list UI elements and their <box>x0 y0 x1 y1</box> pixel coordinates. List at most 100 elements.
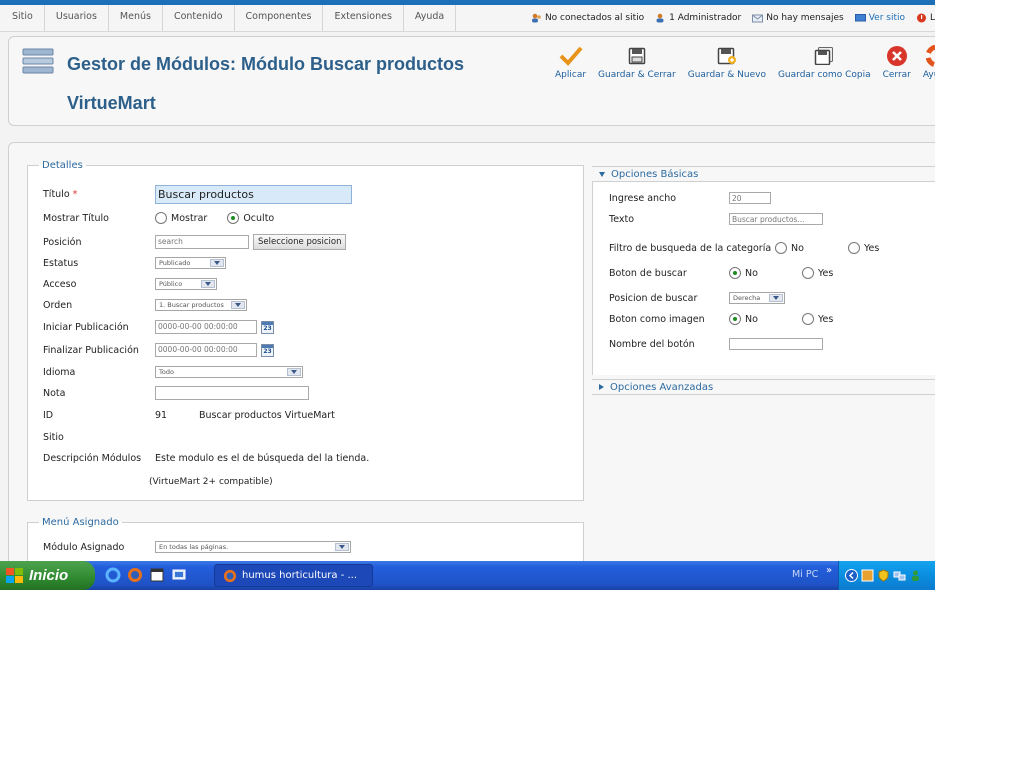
language-select[interactable]: Todo <box>155 366 303 378</box>
menu-assignment-select[interactable]: En todas las páginas. <box>155 541 351 553</box>
button-name-input[interactable] <box>729 338 823 350</box>
menu-assignment-label: Módulo Asignado <box>43 541 125 553</box>
note-label: Nota <box>43 387 66 399</box>
triangle-down-icon <box>599 171 605 177</box>
access-select[interactable]: Público <box>155 278 217 290</box>
search-button-radio-no[interactable] <box>729 267 741 279</box>
id-value: 91 <box>155 409 168 421</box>
menu-item-contenido[interactable]: Contenido <box>163 5 235 31</box>
search-position-select[interactable]: Derecha <box>729 292 785 304</box>
yes-label: Yes <box>818 313 834 325</box>
monitor-icon <box>854 14 866 22</box>
show-option-label: Mostrar <box>171 212 208 224</box>
basic-options-panel: Ingrese ancho 20 Texto Buscar productos.… <box>592 182 935 375</box>
status-bar: No conectados al sitio 1 Administrador N… <box>531 5 935 31</box>
start-button[interactable]: Inicio <box>0 561 95 590</box>
show-title-radio-show[interactable] <box>155 212 167 224</box>
image-button-radio-no[interactable] <box>729 313 741 325</box>
order-row: Orden 1. Buscar productos <box>43 296 573 314</box>
calendar-app-icon[interactable] <box>149 567 165 583</box>
menu-item-sitio[interactable]: Sitio <box>0 5 45 31</box>
description-extra-row: (VirtueMart 2+ compatible) <box>149 473 679 491</box>
save-new-button-label: Guardar & Nuevo <box>687 70 766 80</box>
note-input[interactable] <box>155 386 309 400</box>
position-input[interactable]: search <box>155 235 249 249</box>
publish-up-row: Iniciar Publicación 0000-00-00 00:00:00 … <box>43 318 573 336</box>
save-icon <box>628 47 646 65</box>
text-row: Texto Buscar productos... <box>609 211 823 227</box>
menu-item-menus[interactable]: Menús <box>109 5 163 31</box>
lifebuoy-icon <box>925 45 935 67</box>
close-button-label: Cerrar <box>882 70 911 80</box>
category-filter-label: Filtro de busqueda de la categoría <box>609 242 772 254</box>
save-copy-button[interactable]: Guardar como Copia <box>772 44 877 80</box>
image-button-radio-yes[interactable] <box>802 313 814 325</box>
save-close-button[interactable]: Guardar & Cerrar <box>592 44 682 80</box>
title-input[interactable]: Buscar productos <box>155 184 352 204</box>
show-desktop-icon[interactable] <box>171 567 187 583</box>
security-shield-icon[interactable] <box>877 569 890 582</box>
calendar-icon[interactable]: 23 <box>261 320 274 334</box>
yes-label: Yes <box>818 267 834 279</box>
menu-item-extensiones[interactable]: Extensiones <box>323 5 404 31</box>
help-button[interactable]: Ayuda <box>917 44 935 80</box>
category-filter-row: Filtro de busqueda de la categoría No Ye… <box>609 240 879 256</box>
internet-explorer-icon[interactable] <box>105 567 121 583</box>
close-button[interactable]: Cerrar <box>877 44 917 80</box>
close-icon <box>886 46 907 66</box>
advanced-options-toggle[interactable]: Opciones Avanzadas <box>592 379 935 395</box>
search-button-radio-yes[interactable] <box>802 267 814 279</box>
category-filter-radio-no[interactable] <box>775 242 787 254</box>
status-select[interactable]: Publicado <box>155 257 226 269</box>
help-button-label: Ayuda <box>922 70 935 80</box>
no-label: No <box>745 313 758 325</box>
chevron-down-icon <box>231 301 245 309</box>
chevron-down-icon <box>769 294 783 302</box>
taskbar-firefox-window[interactable]: humus horticultura - ... <box>214 564 373 587</box>
status-messages: No hay mensajes <box>752 13 844 23</box>
search-button-row: Boton de buscar No Yes <box>609 265 833 281</box>
triangle-right-icon <box>599 384 604 390</box>
menu-item-componentes[interactable]: Componentes <box>235 5 324 31</box>
firefox-icon[interactable] <box>127 567 143 583</box>
show-title-row: Mostrar Título Mostrar Oculto <box>43 209 573 227</box>
apply-button-label: Aplicar <box>555 70 587 80</box>
search-button-label: Boton de buscar <box>609 267 687 279</box>
title-row: Título * Buscar productos <box>43 184 573 204</box>
description-label: Descripción Módulos <box>43 452 142 464</box>
show-title-radio-hide[interactable] <box>227 212 240 224</box>
my-computer-label: Mi PC <box>792 569 819 580</box>
publish-down-input[interactable]: 0000-00-00 00:00:00 <box>155 343 257 357</box>
calendar-icon[interactable]: 23 <box>261 343 274 357</box>
status-row: Estatus Publicado <box>43 254 573 272</box>
view-site-link[interactable]: Ver sitio <box>854 13 905 23</box>
publish-down-label: Finalizar Publicación <box>43 344 139 356</box>
apply-button[interactable]: Aplicar <box>549 44 592 80</box>
menu-item-usuarios[interactable]: Usuarios <box>45 5 109 31</box>
title-label: Título * <box>43 188 78 200</box>
back-arrow-icon[interactable] <box>845 569 858 582</box>
tray-app-icon[interactable] <box>861 569 874 582</box>
note-row: Nota <box>43 384 573 402</box>
user-tray-icon[interactable] <box>909 569 922 582</box>
status-admins: 1 Administrador <box>655 13 741 23</box>
select-position-button[interactable]: Seleccione posicion <box>253 234 347 250</box>
width-input[interactable]: 20 <box>729 192 771 204</box>
category-filter-radio-yes[interactable] <box>848 242 860 254</box>
users-icon <box>531 13 541 23</box>
menu-item-ayuda[interactable]: Ayuda <box>404 5 457 31</box>
network-icon[interactable] <box>893 569 906 582</box>
text-input[interactable]: Buscar productos... <box>729 213 823 225</box>
basic-options-toggle[interactable]: Opciones Básicas <box>592 166 935 182</box>
envelope-icon <box>752 14 764 23</box>
chevron-down-icon <box>210 259 224 267</box>
save-new-icon <box>717 47 736 65</box>
publish-down-row: Finalizar Publicación 0000-00-00 00:00:0… <box>43 341 573 359</box>
order-select[interactable]: 1. Buscar productos <box>155 299 247 311</box>
save-new-button[interactable]: Guardar & Nuevo <box>682 44 772 80</box>
start-label: Inicio <box>29 567 69 584</box>
publish-up-input[interactable]: 0000-00-00 00:00:00 <box>155 320 257 334</box>
basic-options-title: Opciones Básicas <box>611 168 699 180</box>
tray-expand-chevron[interactable]: » <box>826 565 832 576</box>
logout-link[interactable]: L <box>916 13 935 23</box>
